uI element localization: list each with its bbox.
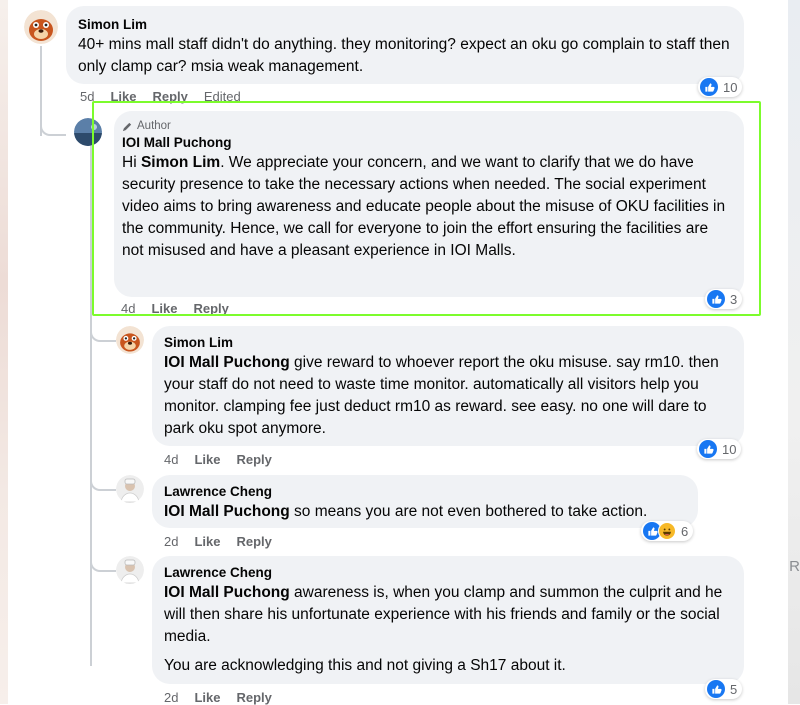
avatar[interactable]: [74, 118, 102, 146]
mention-link[interactable]: Simon Lim: [141, 154, 220, 171]
comment-author[interactable]: Lawrence Cheng: [164, 564, 732, 582]
reaction-count: 10: [722, 441, 737, 457]
reaction-count: 10: [723, 79, 738, 95]
comment-actions: 2d Like Reply: [164, 690, 288, 705]
background-strip-left: [0, 0, 8, 704]
mention-link[interactable]: IOI Mall Puchong: [164, 503, 290, 520]
side-letter: R: [789, 558, 800, 575]
reaction-summary[interactable]: 6: [641, 521, 694, 541]
comment-bubble: Simon Lim 40+ mins mall staff didn't do …: [66, 6, 744, 84]
greeting: Hi: [122, 154, 137, 171]
comment-actions: 5d Like Reply Edited: [80, 89, 257, 104]
thread-line: [90, 326, 116, 342]
comment-bubble: Lawrence Cheng IOI Mall Puchong awarenes…: [152, 556, 744, 684]
haha-reaction-icon: [658, 522, 676, 540]
comment-bubble: Author IOI Mall Puchong Hi Simon Lim. We…: [114, 111, 744, 297]
comment-actions: 2d Like Reply: [164, 534, 288, 549]
comment-author[interactable]: Lawrence Cheng: [164, 483, 686, 501]
comment-time[interactable]: 4d: [121, 301, 135, 316]
comment-time[interactable]: 4d: [164, 452, 178, 467]
comment-actions: 4d Like Reply: [164, 452, 288, 467]
like-reaction-icon: [707, 290, 725, 308]
comment-body: so means you are not even bothered to ta…: [289, 503, 648, 520]
reaction-summary[interactable]: 5: [705, 679, 743, 699]
avatar[interactable]: [116, 326, 144, 354]
reply-button[interactable]: Reply: [236, 690, 271, 705]
like-button[interactable]: Like: [194, 452, 220, 467]
like-button[interactable]: Like: [151, 301, 177, 316]
thread-line: [40, 120, 66, 136]
comment-bubble: Simon Lim IOI Mall Puchong give reward t…: [152, 326, 744, 446]
comment-bubble: Lawrence Cheng IOI Mall Puchong so means…: [152, 475, 698, 528]
comment-time[interactable]: 2d: [164, 690, 178, 705]
comment-author[interactable]: Simon Lim: [78, 16, 732, 34]
author-badge-label: Author: [137, 120, 171, 132]
pencil-icon: [122, 122, 132, 131]
comment-thread: Simon Lim 40+ mins mall staff didn't do …: [8, 0, 784, 705]
avatar[interactable]: [116, 556, 144, 584]
reaction-count: 6: [681, 523, 689, 539]
mention-link[interactable]: IOI Mall Puchong: [164, 354, 290, 371]
comment-text: IOI Mall Puchong give reward to whoever …: [164, 352, 732, 440]
thread-line: [90, 475, 116, 491]
avatar[interactable]: [116, 475, 144, 503]
comment-text: IOI Mall Puchong awareness is, when you …: [164, 582, 732, 648]
comment-actions: 4d Like Reply: [121, 301, 245, 316]
comment-author[interactable]: IOI Mall Puchong: [122, 134, 732, 152]
comment-time[interactable]: 5d: [80, 89, 94, 104]
reply-button[interactable]: Reply: [152, 89, 187, 104]
reply-button[interactable]: Reply: [236, 452, 271, 467]
thread-line: [90, 556, 116, 572]
reaction-count: 3: [730, 291, 738, 307]
comment-text-paragraph: You are acknowledging this and not givin…: [164, 657, 566, 674]
author-badge: Author: [122, 118, 732, 134]
comment-text: 40+ mins mall staff didn't do anything. …: [78, 36, 730, 75]
reaction-summary[interactable]: 10: [698, 77, 743, 97]
reaction-summary[interactable]: 3: [705, 289, 743, 309]
like-reaction-icon: [699, 440, 717, 458]
avatar[interactable]: [24, 10, 58, 44]
thread-line: [90, 146, 92, 666]
reply-button[interactable]: Reply: [236, 534, 271, 549]
like-reaction-icon: [707, 680, 725, 698]
comment-author[interactable]: Simon Lim: [164, 334, 732, 352]
comment-time[interactable]: 2d: [164, 534, 178, 549]
background-strip-right: [788, 0, 800, 704]
like-button[interactable]: Like: [194, 534, 220, 549]
comment-text: IOI Mall Puchong so means you are not ev…: [164, 501, 686, 523]
reaction-summary[interactable]: 10: [697, 439, 742, 459]
like-button[interactable]: Like: [110, 89, 136, 104]
mention-link[interactable]: IOI Mall Puchong: [164, 584, 290, 601]
reply-button[interactable]: Reply: [193, 301, 228, 316]
comment-text: Hi Simon Lim. We appreciate your concern…: [122, 152, 732, 262]
like-button[interactable]: Like: [194, 690, 220, 705]
edited-label: Edited: [203, 89, 241, 104]
like-reaction-icon: [700, 78, 718, 96]
reaction-count: 5: [730, 681, 738, 697]
